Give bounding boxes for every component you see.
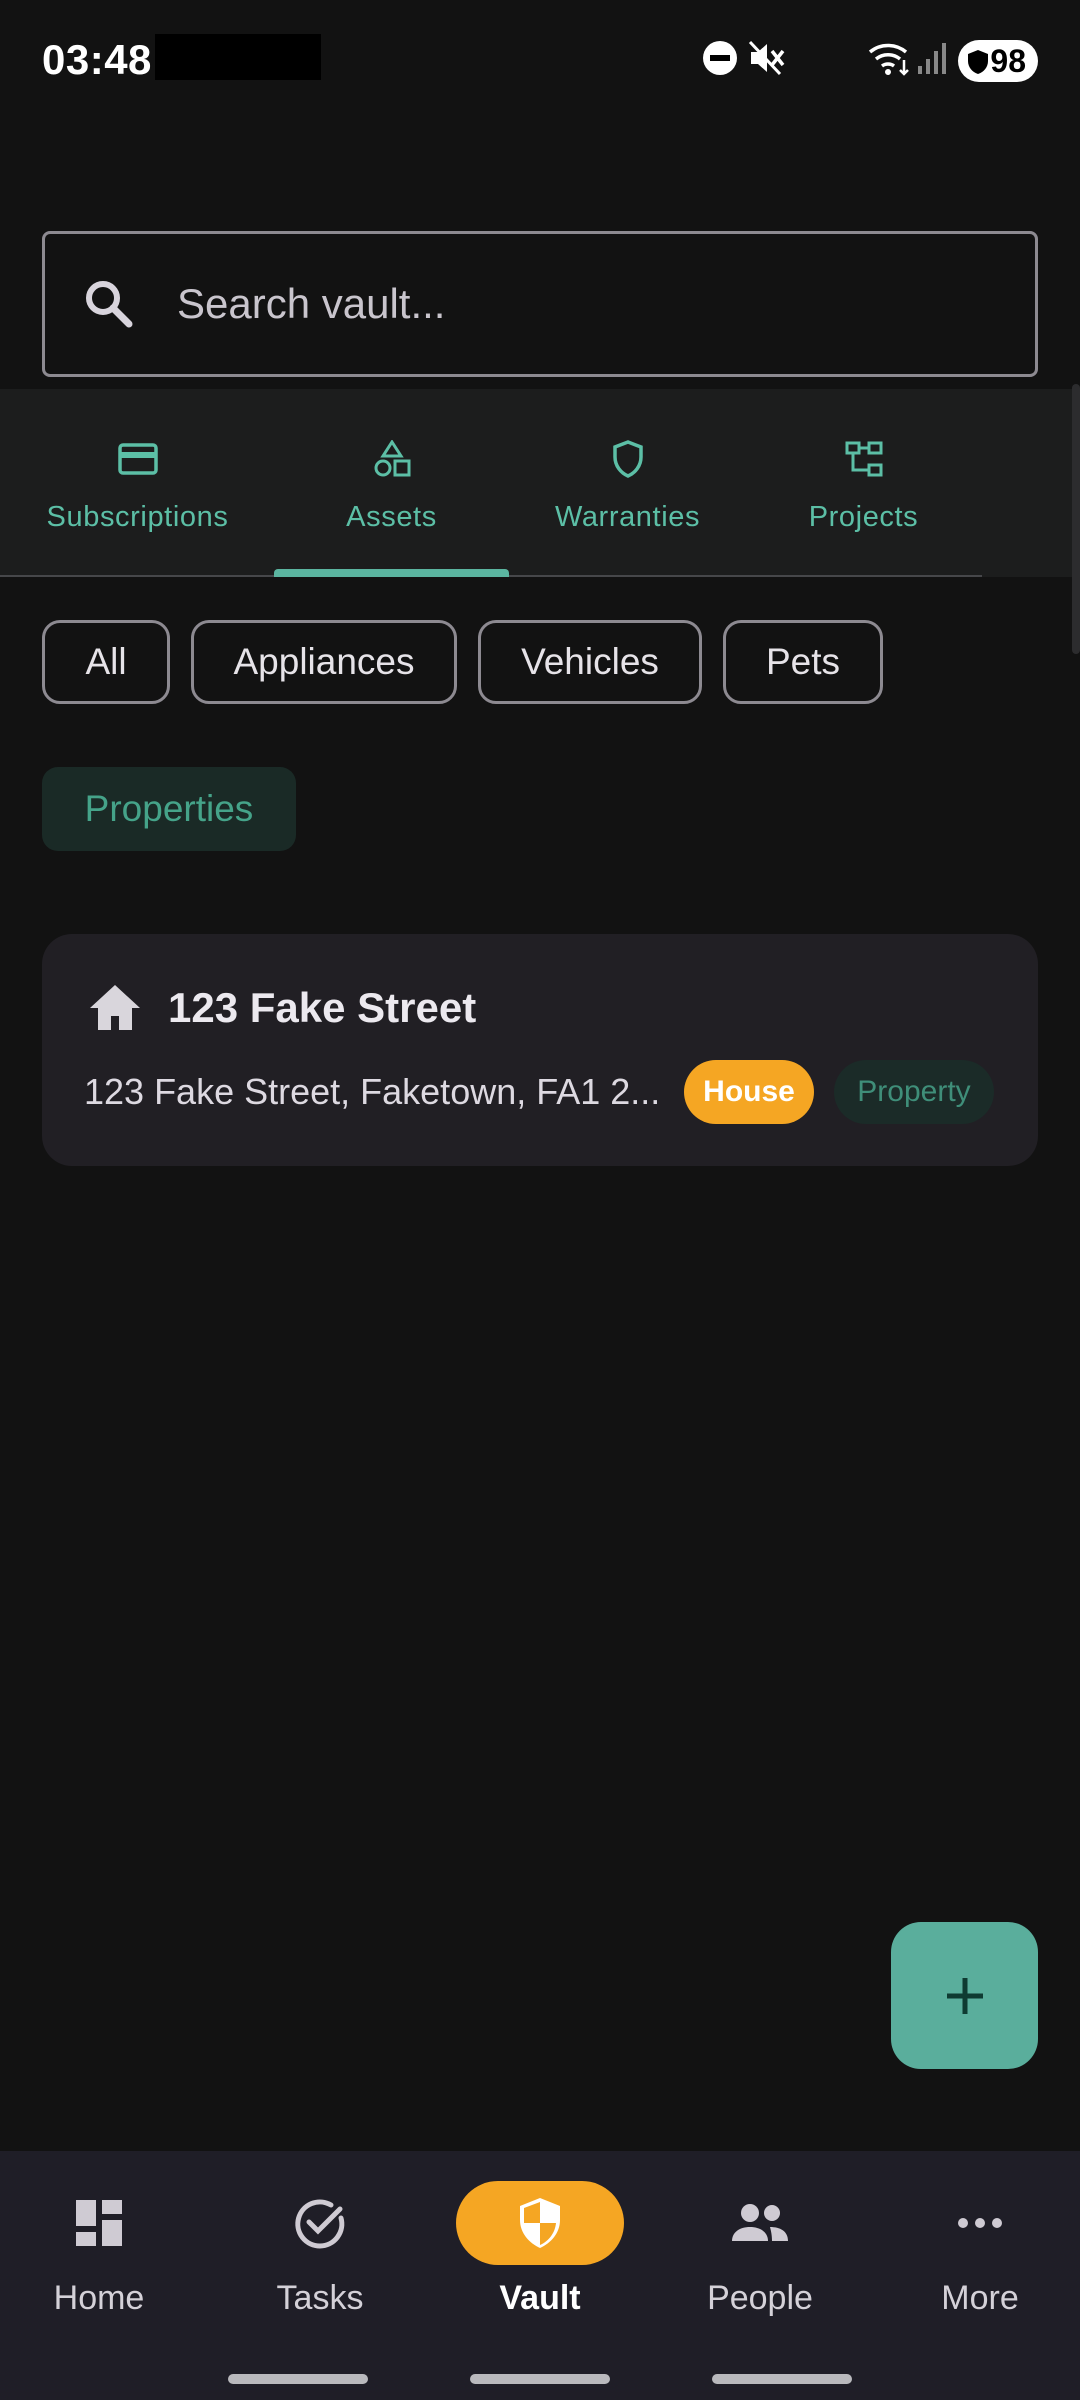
gesture-handle-right bbox=[712, 2374, 852, 2384]
credit-card-icon bbox=[117, 443, 158, 475]
plus-icon bbox=[946, 1977, 983, 2014]
tab-label: Warranties bbox=[554, 501, 701, 533]
tab-subscriptions[interactable]: Subscriptions bbox=[20, 389, 255, 577]
nav-vault[interactable]: Vault bbox=[440, 2151, 640, 2371]
filter-chip-properties[interactable]: Properties bbox=[42, 767, 296, 851]
battery-shield-icon bbox=[968, 50, 988, 74]
wifi-icon bbox=[868, 43, 909, 76]
vault-tabs: Subscriptions Assets Warranties Projects bbox=[0, 389, 1080, 577]
asset-card[interactable]: 123 Fake Street 123 Fake Street, Faketow… bbox=[42, 934, 1038, 1166]
home-icon bbox=[90, 985, 140, 1030]
project-tree-icon bbox=[845, 441, 882, 477]
dashboard-icon bbox=[76, 2200, 122, 2246]
nav-label: Vault bbox=[499, 2279, 581, 2317]
do-not-disturb-icon bbox=[703, 41, 737, 75]
search-input[interactable] bbox=[177, 280, 957, 328]
tab-label: Projects bbox=[808, 501, 919, 533]
redacted-notification-area bbox=[155, 34, 321, 80]
shield-icon bbox=[612, 440, 643, 478]
asset-address: 123 Fake Street, Faketown, FA1 2... bbox=[84, 1071, 661, 1112]
tab-assets[interactable]: Assets bbox=[274, 389, 509, 577]
more-horizontal-icon bbox=[958, 2218, 1002, 2228]
nav-label: People bbox=[707, 2279, 813, 2317]
tab-warranties[interactable]: Warranties bbox=[510, 389, 745, 577]
filter-chip-pets[interactable]: Pets bbox=[723, 620, 883, 704]
scrollbar[interactable] bbox=[1072, 384, 1080, 654]
add-asset-button[interactable] bbox=[891, 1922, 1038, 2069]
nav-more[interactable]: More bbox=[880, 2151, 1080, 2371]
people-icon bbox=[732, 2204, 788, 2241]
asset-title: 123 Fake Street bbox=[168, 984, 477, 1031]
mute-icon bbox=[748, 40, 785, 76]
search-icon bbox=[86, 281, 133, 328]
shapes-icon bbox=[374, 440, 410, 477]
type-badge: House bbox=[684, 1060, 814, 1124]
category-badge: Property bbox=[834, 1060, 994, 1124]
gesture-handle-left bbox=[228, 2374, 368, 2384]
nav-tasks[interactable]: Tasks bbox=[220, 2151, 420, 2371]
status-bar: 03:48 98 bbox=[0, 0, 1080, 124]
nav-people[interactable]: People bbox=[660, 2151, 860, 2371]
bottom-navigation: Home Tasks Vault People More bbox=[0, 2151, 1080, 2400]
vault-screen: 03:48 98 Search vault... Subscriptions A… bbox=[0, 0, 1080, 2400]
filter-chip-vehicles[interactable]: Vehicles bbox=[478, 620, 702, 704]
nav-label: More bbox=[941, 2279, 1019, 2317]
tab-label: Subscriptions bbox=[46, 501, 229, 533]
status-time: 03:48 bbox=[42, 36, 152, 83]
active-tab-indicator bbox=[274, 569, 509, 577]
filter-chip-all[interactable]: All bbox=[42, 620, 170, 704]
gesture-handle-center bbox=[470, 2374, 610, 2384]
check-circle-icon bbox=[295, 2199, 345, 2249]
filter-chip-appliances[interactable]: Appliances bbox=[191, 620, 457, 704]
nav-home[interactable]: Home bbox=[0, 2151, 199, 2371]
search-bar[interactable] bbox=[42, 231, 1038, 377]
tab-label: Assets bbox=[346, 501, 437, 533]
nav-label: Home bbox=[53, 2279, 145, 2317]
battery-indicator: 98 bbox=[958, 40, 1038, 82]
shield-half-icon bbox=[520, 2198, 560, 2248]
battery-level: 98 bbox=[990, 42, 1026, 79]
tab-projects[interactable]: Projects bbox=[746, 389, 981, 577]
nav-label: Tasks bbox=[276, 2279, 364, 2317]
signal-icon bbox=[918, 43, 946, 74]
